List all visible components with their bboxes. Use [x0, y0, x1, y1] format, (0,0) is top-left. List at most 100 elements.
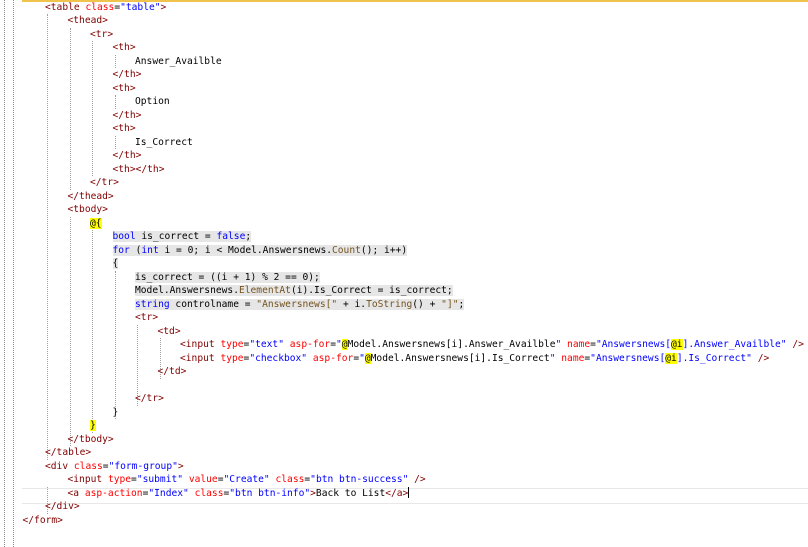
code-line[interactable]: </td>	[158, 365, 187, 379]
code-token: asp-for	[289, 339, 331, 350]
code-line[interactable]: <input type="text" asp-for="@Model.Answe…	[180, 338, 804, 352]
code-line[interactable]: <th>	[113, 122, 136, 136]
code-token: (	[129, 244, 142, 256]
code-line-content: <th>	[113, 42, 136, 53]
code-line[interactable]: </th>	[113, 149, 142, 163]
code-token: }	[112, 406, 119, 418]
code-token: "btn btn-success"	[310, 474, 409, 485]
code-line[interactable]: Answer_Availble	[135, 55, 222, 69]
code-line[interactable]: Model.Answersnews.ElementAt(i).Is_Correc…	[135, 284, 453, 298]
code-token: Model.Answersnews[i].Is_Correct	[370, 352, 550, 364]
code-token: "Answersnews[	[590, 352, 666, 364]
code-token: int	[141, 244, 159, 256]
code-token: class	[73, 460, 103, 472]
code-token: asp-action	[84, 487, 143, 499]
code-line[interactable]: Option	[135, 95, 170, 109]
code-line-content: <div class="form-group">	[45, 461, 184, 472]
code-line-content: <input type="checkbox" asp-for="@Model.A…	[180, 352, 769, 364]
code-line[interactable]: Is_Correct	[135, 136, 193, 150]
code-line[interactable]: string controlname = "Answersnews[" + i.…	[135, 298, 465, 312]
code-line-content: <tbody>	[68, 204, 108, 215]
code-line[interactable]: <a asp-action="Index" class="btn btn-inf…	[67, 486, 410, 501]
code-token: bool	[112, 231, 136, 242]
code-line[interactable]: <th>	[113, 82, 136, 96]
code-token: <input	[180, 352, 221, 364]
code-token: <table	[45, 1, 86, 13]
code-token: value	[188, 474, 218, 485]
code-line[interactable]: @{	[90, 217, 102, 231]
code-token: type	[107, 474, 132, 485]
code-token: asp-for	[312, 352, 354, 364]
code-token: </th>	[112, 69, 142, 80]
code-line[interactable]: <div class="form-group">	[45, 460, 184, 474]
code-token: <div	[45, 460, 74, 472]
code-line[interactable]: </div>	[45, 500, 80, 514]
code-token: </div>	[45, 501, 80, 512]
code-token: name	[561, 352, 585, 364]
indent-guide	[114, 54, 116, 68]
code-token: ;	[458, 298, 465, 310]
code-line-content: }	[113, 407, 119, 418]
code-token: <input	[180, 339, 221, 350]
code-line[interactable]: <th>	[113, 41, 136, 55]
code-token: "table"	[120, 1, 161, 13]
code-token: is_correct = ((i + 1) % 2 == 0);	[135, 271, 320, 283]
code-line[interactable]: <input type="submit" value="Create" clas…	[68, 473, 426, 487]
indent-guide	[92, 41, 93, 176]
code-token: type	[220, 352, 244, 364]
code-line[interactable]: <tbody>	[68, 203, 108, 217]
code-line-content: <th>	[113, 123, 136, 134]
code-line[interactable]: </tr>	[90, 176, 119, 190]
code-line-content: Option	[135, 96, 170, 107]
code-token: (i).Is_Correct = is_correct;	[290, 285, 453, 296]
indent-guide	[47, 14, 48, 460]
code-line-content: @{	[90, 217, 102, 229]
code-line-content: is_correct = ((i + 1) % 2 == 0);	[135, 271, 320, 283]
code-line[interactable]: }	[113, 406, 119, 420]
code-line[interactable]: {	[112, 257, 119, 271]
code-line-content: </th>	[113, 150, 142, 161]
code-line[interactable]: <thead>	[68, 14, 108, 28]
code-line[interactable]: </form>	[23, 514, 63, 528]
code-line-content: Is_Correct	[135, 137, 193, 148]
code-line-content: <a asp-action="Index" class="btn btn-inf…	[67, 486, 410, 499]
code-line[interactable]: </th>	[113, 109, 142, 123]
code-line[interactable]: <table class="table">	[45, 1, 166, 15]
code-token: ToString	[366, 298, 413, 310]
code-token: ].Is_Correct"	[676, 352, 752, 364]
code-token: </tbody>	[67, 433, 114, 445]
code-token: <td>	[157, 325, 181, 337]
code-token: class	[194, 487, 224, 499]
code-line-content: </th>	[113, 110, 142, 121]
code-line-content: </form>	[23, 515, 63, 526]
code-line-content: </td>	[158, 366, 187, 377]
code-line[interactable]: <tr>	[135, 311, 158, 325]
code-line[interactable]: is_correct = ((i + 1) % 2 == 0);	[135, 271, 320, 285]
code-line[interactable]: </table>	[45, 446, 91, 460]
code-token: <thead>	[67, 15, 108, 26]
code-token: </a>	[385, 487, 409, 499]
code-line-content: <thead>	[68, 15, 108, 26]
code-token: </th>	[112, 150, 142, 161]
code-token: Is_Correct	[135, 136, 193, 148]
code-line[interactable]: </thead>	[68, 190, 114, 204]
code-line[interactable]: }	[90, 419, 96, 433]
code-token: <a	[67, 487, 85, 499]
code-token: >	[177, 460, 184, 472]
code-line-content: Model.Answersnews.ElementAt(i).Is_Correc…	[135, 285, 453, 296]
code-token: "Create"	[223, 474, 270, 485]
code-line-content: <th></th>	[113, 164, 165, 175]
code-editor[interactable]: <table class="table"> <thead> <tr> <th> Answ…	[0, 0, 808, 547]
code-line[interactable]: </tr>	[135, 392, 164, 406]
code-line[interactable]: </th>	[113, 68, 142, 82]
code-line[interactable]: </tbody>	[68, 433, 114, 447]
code-line[interactable]: <th></th>	[113, 163, 165, 177]
code-token: "btn btn-info"	[229, 487, 311, 499]
code-line[interactable]: <tr>	[90, 28, 113, 42]
code-token: </table>	[45, 447, 92, 458]
code-line[interactable]: for (int i = 0; i < Model.Answersnews.Co…	[112, 244, 408, 258]
code-line[interactable]: <input type="checkbox" asp-for="@Model.A…	[180, 352, 769, 366]
code-line[interactable]: <td>	[158, 325, 181, 339]
code-token: <th>	[112, 42, 136, 53]
code-line[interactable]: bool is_correct = false;	[112, 230, 252, 244]
